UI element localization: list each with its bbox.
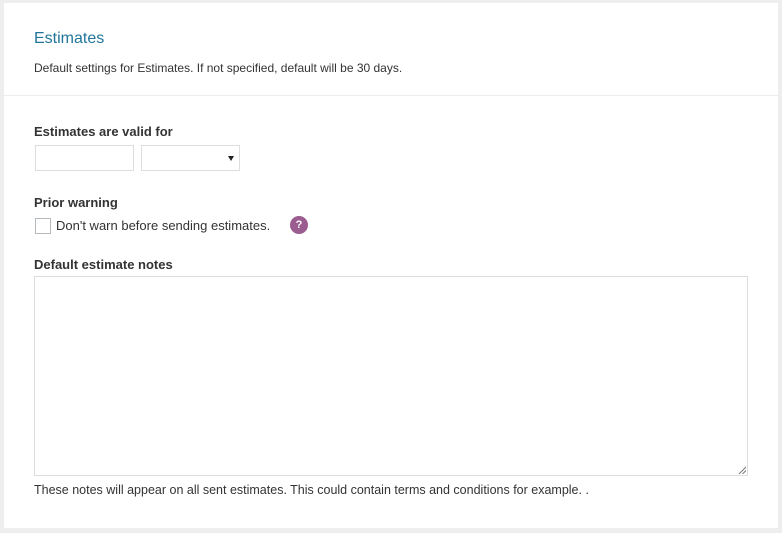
valid-for-label: Estimates are valid for bbox=[34, 124, 173, 139]
help-icon[interactable]: ? bbox=[290, 216, 308, 234]
settings-panel: Estimates Default settings for Estimates… bbox=[4, 3, 778, 528]
dont-warn-checkbox-label[interactable]: Don't warn before sending estimates. bbox=[56, 218, 270, 234]
default-notes-textarea[interactable] bbox=[34, 276, 748, 476]
section-header: Estimates Default settings for Estimates… bbox=[4, 3, 778, 96]
resize-grip-icon[interactable] bbox=[738, 466, 746, 474]
valid-for-unit-select[interactable] bbox=[141, 145, 240, 171]
prior-warning-label: Prior warning bbox=[34, 195, 118, 210]
chevron-down-icon bbox=[228, 156, 234, 161]
section-description: Default settings for Estimates. If not s… bbox=[34, 61, 403, 75]
default-notes-label: Default estimate notes bbox=[34, 257, 173, 272]
dont-warn-checkbox[interactable] bbox=[35, 218, 51, 234]
notes-hint: These notes will appear on all sent esti… bbox=[34, 483, 589, 497]
valid-for-number-input[interactable] bbox=[35, 145, 134, 171]
section-title: Estimates bbox=[34, 30, 105, 47]
